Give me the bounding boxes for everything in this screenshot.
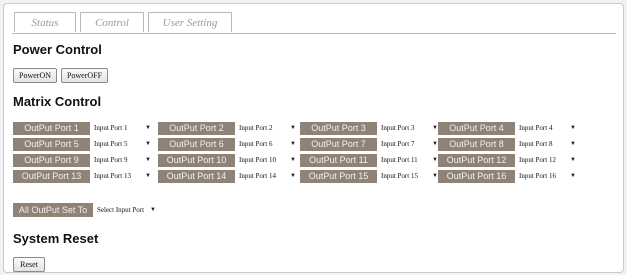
input-port-select[interactable]: Input Port 12 ▼ <box>517 154 577 167</box>
input-port-select[interactable]: Input Port 1 ▼ <box>92 122 152 135</box>
input-port-select[interactable]: Input Port 7 ▼ <box>379 138 439 151</box>
input-port-select[interactable]: Input Port 9 ▼ <box>92 154 152 167</box>
input-port-select[interactable]: Input Port 5 ▼ <box>92 138 152 151</box>
power-on-button[interactable]: PowerON <box>13 68 57 83</box>
output-port-label: OutPut Port 16 <box>438 170 515 183</box>
output-port-label: OutPut Port 2 <box>158 122 235 135</box>
input-port-select[interactable]: Input Port 2 ▼ <box>237 122 297 135</box>
select-value: Input Port 12 <box>519 156 556 164</box>
chevron-down-icon: ▼ <box>145 157 151 163</box>
chevron-down-icon: ▼ <box>570 173 576 179</box>
chevron-down-icon: ▼ <box>145 173 151 179</box>
select-value: Input Port 4 <box>519 124 553 132</box>
chevron-down-icon: ▼ <box>145 141 151 147</box>
output-port-label: OutPut Port 8 <box>438 138 515 151</box>
chevron-down-icon: ▼ <box>570 125 576 131</box>
output-port-label: OutPut Port 6 <box>158 138 235 151</box>
select-value: Input Port 15 <box>381 172 418 180</box>
output-port-label: OutPut Port 14 <box>158 170 235 183</box>
chevron-down-icon: ▼ <box>570 157 576 163</box>
input-port-select[interactable]: Input Port 15 ▼ <box>379 170 439 183</box>
reset-button[interactable]: Reset <box>13 257 45 272</box>
select-value: Input Port 7 <box>381 140 415 148</box>
tab-control[interactable]: Control <box>80 12 144 32</box>
select-value: Input Port 8 <box>519 140 553 148</box>
select-value: Select Input Port <box>97 206 145 214</box>
output-port-label: OutPut Port 11 <box>300 154 377 167</box>
chevron-down-icon: ▼ <box>150 207 156 213</box>
output-port-label: OutPut Port 12 <box>438 154 515 167</box>
select-value: Input Port 6 <box>239 140 273 148</box>
input-port-select[interactable]: Input Port 4 ▼ <box>517 122 577 135</box>
output-port-label: OutPut Port 4 <box>438 122 515 135</box>
tab-user-setting[interactable]: User Setting <box>148 12 232 32</box>
chevron-down-icon: ▼ <box>290 141 296 147</box>
all-output-set-to-label: All OutPut Set To <box>13 203 93 217</box>
input-port-select[interactable]: Input Port 13 ▼ <box>92 170 152 183</box>
input-port-select[interactable]: Input Port 3 ▼ <box>379 122 439 135</box>
output-port-label: OutPut Port 15 <box>300 170 377 183</box>
input-port-select[interactable]: Input Port 14 ▼ <box>237 170 297 183</box>
output-port-label: OutPut Port 3 <box>300 122 377 135</box>
output-port-label: OutPut Port 7 <box>300 138 377 151</box>
select-value: Input Port 9 <box>94 156 128 164</box>
tab-bar: Status Control User Setting <box>12 12 616 34</box>
chevron-down-icon: ▼ <box>290 157 296 163</box>
select-value: Input Port 14 <box>239 172 276 180</box>
output-port-label: OutPut Port 1 <box>13 122 90 135</box>
input-port-select[interactable]: Input Port 8 ▼ <box>517 138 577 151</box>
input-port-select[interactable]: Input Port 10 ▼ <box>237 154 297 167</box>
select-value: Input Port 5 <box>94 140 128 148</box>
all-output-select[interactable]: Select Input Port ▼ <box>95 203 159 217</box>
power-control-heading: Power Control <box>13 42 102 57</box>
select-value: Input Port 13 <box>94 172 131 180</box>
select-value: Input Port 10 <box>239 156 276 164</box>
input-port-select[interactable]: Input Port 11 ▼ <box>379 154 439 167</box>
tab-status[interactable]: Status <box>14 12 76 32</box>
output-port-label: OutPut Port 13 <box>13 170 90 183</box>
select-value: Input Port 3 <box>381 124 415 132</box>
output-port-label: OutPut Port 5 <box>13 138 90 151</box>
chevron-down-icon: ▼ <box>570 141 576 147</box>
select-value: Input Port 1 <box>94 124 128 132</box>
power-off-button[interactable]: PowerOFF <box>61 68 108 83</box>
output-port-label: OutPut Port 9 <box>13 154 90 167</box>
system-reset-heading: System Reset <box>13 231 99 246</box>
output-port-label: OutPut Port 10 <box>158 154 235 167</box>
chevron-down-icon: ▼ <box>145 125 151 131</box>
chevron-down-icon: ▼ <box>290 125 296 131</box>
select-value: Input Port 11 <box>381 156 418 164</box>
matrix-control-heading: Matrix Control <box>13 94 102 109</box>
select-value: Input Port 2 <box>239 124 273 132</box>
chevron-down-icon: ▼ <box>290 173 296 179</box>
input-port-select[interactable]: Input Port 16 ▼ <box>517 170 577 183</box>
select-value: Input Port 16 <box>519 172 556 180</box>
input-port-select[interactable]: Input Port 6 ▼ <box>237 138 297 151</box>
